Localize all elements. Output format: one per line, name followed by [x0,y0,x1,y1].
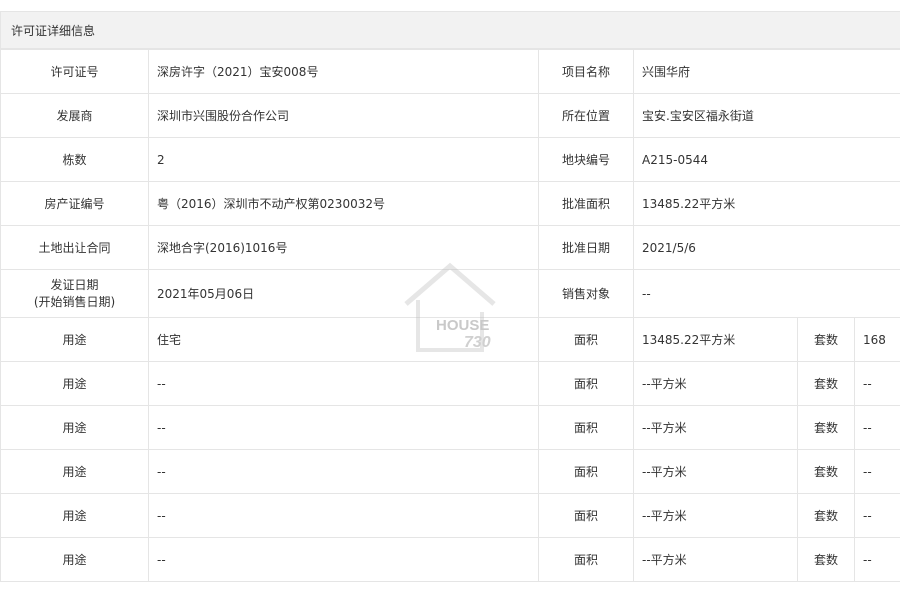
usage-row: 用途 -- 面积 --平方米 套数 -- [0,405,900,450]
area-value: --平方米 [633,537,798,582]
buildings-label: 栋数 [0,137,149,182]
usage-value: -- [148,493,539,538]
approved-area-label: 批准面积 [538,181,634,226]
usage-label: 用途 [0,537,149,582]
developer-value: 深圳市兴围股份合作公司 [148,93,539,138]
sets-label: 套数 [797,537,855,582]
table-row: 土地出让合同 深地合字(2016)1016号 批准日期 2021/5/6 [0,225,900,270]
sales-target-label: 销售对象 [538,269,634,318]
table-row: 发展商 深圳市兴围股份合作公司 所在位置 宝安.宝安区福永街道 [0,93,900,138]
table-row: 许可证号 深房许字（2021）宝安008号 项目名称 兴围华府 [0,49,900,94]
issue-date-value: 2021年05月06日 [148,269,539,318]
usage-row: 用途 -- 面积 --平方米 套数 -- [0,361,900,406]
sets-value: -- [854,537,900,582]
land-contract-value: 深地合字(2016)1016号 [148,225,539,270]
usage-value: -- [148,537,539,582]
area-label: 面积 [538,537,634,582]
approved-date-label: 批准日期 [538,225,634,270]
license-no-value: 深房许字（2021）宝安008号 [148,49,539,94]
issue-date-label: 发证日期 (开始销售日期) [0,269,149,318]
table-row: 房产证编号 粤（2016）深圳市不动产权第0230032号 批准面积 13485… [0,181,900,226]
watermark-number: 730 [464,334,491,351]
section-title: 许可证详细信息 [0,11,900,49]
plot-no-label: 地块编号 [538,137,634,182]
sets-value: -- [854,449,900,494]
developer-label: 发展商 [0,93,149,138]
usage-label: 用途 [0,317,149,362]
usage-value: -- [148,405,539,450]
approved-area-value: 13485.22平方米 [633,181,900,226]
property-cert-label: 房产证编号 [0,181,149,226]
area-label: 面积 [538,317,634,362]
usage-label: 用途 [0,405,149,450]
area-value: --平方米 [633,361,798,406]
land-contract-label: 土地出让合同 [0,225,149,270]
issue-date-label-line1: 发证日期 [50,277,99,292]
sets-label: 套数 [797,449,855,494]
area-label: 面积 [538,449,634,494]
project-name-value: 兴围华府 [633,49,900,94]
table-row: 栋数 2 地块编号 A215-0544 [0,137,900,182]
usage-row: 用途 -- 面积 --平方米 套数 -- [0,493,900,538]
usage-label: 用途 [0,361,149,406]
area-value: --平方米 [633,449,798,494]
sales-target-value: -- [633,269,900,318]
area-label: 面积 [538,493,634,538]
approved-date-value: 2021/5/6 [633,225,900,270]
sets-label: 套数 [797,405,855,450]
issue-date-label-line2: (开始销售日期) [33,294,116,309]
table-row: 发证日期 (开始销售日期) 2021年05月06日 销售对象 -- [0,269,900,318]
sets-value: 168 [854,317,900,362]
license-info-table: 许可证号 深房许字（2021）宝安008号 项目名称 兴围华府 发展商 深圳市兴… [0,49,900,582]
usage-label: 用途 [0,493,149,538]
watermark-text: HOUSE [436,317,490,334]
location-value: 宝安.宝安区福永街道 [633,93,900,138]
sets-label: 套数 [797,317,855,362]
property-cert-value: 粤（2016）深圳市不动产权第0230032号 [148,181,539,226]
license-detail-panel: 许可证详细信息 许可证号 深房许字（2021）宝安008号 项目名称 兴围华府 … [0,11,900,582]
usage-value: -- [148,361,539,406]
license-no-label: 许可证号 [0,49,149,94]
area-value: --平方米 [633,493,798,538]
area-value: --平方米 [633,405,798,450]
plot-no-value: A215-0544 [633,137,900,182]
area-label: 面积 [538,405,634,450]
sets-label: 套数 [797,493,855,538]
buildings-value: 2 [148,137,539,182]
usage-row: 用途 -- 面积 --平方米 套数 -- [0,537,900,582]
location-label: 所在位置 [538,93,634,138]
area-label: 面积 [538,361,634,406]
usage-label: 用途 [0,449,149,494]
area-value: 13485.22平方米 [633,317,798,362]
sets-value: -- [854,361,900,406]
usage-value: -- [148,449,539,494]
sets-label: 套数 [797,361,855,406]
sets-value: -- [854,493,900,538]
project-name-label: 项目名称 [538,49,634,94]
sets-value: -- [854,405,900,450]
usage-row: 用途 -- 面积 --平方米 套数 -- [0,449,900,494]
